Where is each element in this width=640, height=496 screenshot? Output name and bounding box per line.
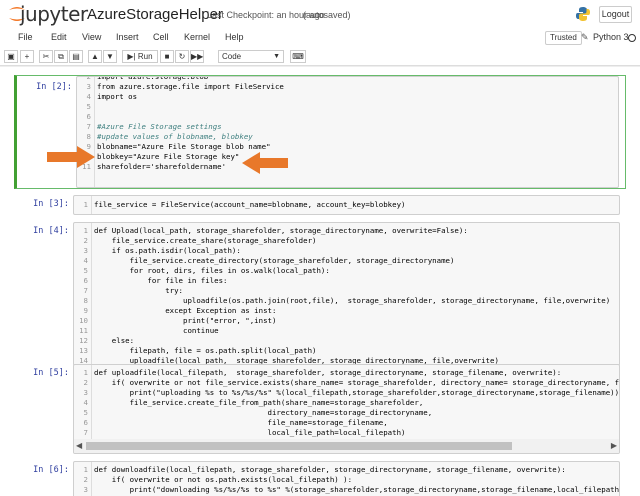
- kernel-status-icon: [628, 34, 636, 42]
- restart-icon[interactable]: ↻: [175, 50, 189, 63]
- menu-insert[interactable]: Insert: [116, 32, 139, 42]
- gutter-divider: [91, 223, 92, 365]
- menu-view[interactable]: View: [82, 32, 101, 42]
- trusted-indicator[interactable]: Trusted: [545, 31, 582, 45]
- code-input[interactable]: 1 def Upload(local_path, storage_sharefol…: [73, 222, 620, 366]
- horizontal-scrollbar[interactable]: ◀ ▶: [74, 439, 619, 453]
- copy-icon[interactable]: ⧉: [54, 50, 68, 63]
- menu-kernel[interactable]: Kernel: [184, 32, 210, 42]
- save-icon[interactable]: ▣: [4, 50, 18, 63]
- code-input[interactable]: 2 import azure.storage.blob 3 from azure.s…: [76, 76, 619, 188]
- move-up-icon[interactable]: ▲: [88, 50, 102, 63]
- toolbar: ▣ + ✂ ⧉ ▤ ▲ ▼ ▶| Run ■ ↻ ▶▶ Code ▼ ⌨: [0, 48, 640, 66]
- code-cell[interactable]: In [4]: 1 def Upload(local_path, storage_…: [14, 222, 626, 368]
- annotation-arrow-right-icon: [47, 146, 95, 168]
- scrollbar-thumb[interactable]: [86, 442, 512, 450]
- menu-help[interactable]: Help: [225, 32, 244, 42]
- cell-prompt: In [2]:: [36, 82, 72, 92]
- notebook-header: jupyter AzureStorageHelper Last Checkpoi…: [0, 0, 640, 28]
- cell-prompt: In [6]:: [33, 465, 69, 475]
- chevron-down-icon: ▼: [273, 53, 280, 60]
- move-down-icon[interactable]: ▼: [103, 50, 117, 63]
- scroll-right-icon[interactable]: ▶: [611, 441, 617, 450]
- stop-icon[interactable]: ■: [160, 50, 174, 63]
- keyboard-icon[interactable]: ⌨: [290, 50, 306, 63]
- code-cell[interactable]: In [5]: 1 def uploadfile(local_filepath, …: [14, 364, 626, 456]
- code-input[interactable]: 1 file_service = FileService(account_name…: [73, 195, 620, 215]
- notebook-page: In [2]: 2 import azure.storage.blob 3 from…: [0, 67, 640, 496]
- autosave-status: (autosaved): [303, 10, 351, 20]
- cell-prompt: In [3]:: [33, 199, 69, 209]
- jupyter-wordmark: jupyter: [20, 2, 88, 26]
- paste-icon[interactable]: ▤: [69, 50, 83, 63]
- code-cell[interactable]: In [6]: 1 def downloadfile(local_filepath…: [14, 461, 626, 496]
- cell-prompt: In [5]:: [33, 368, 69, 378]
- restart-run-all-icon[interactable]: ▶▶: [190, 50, 204, 63]
- notebook-container[interactable]: In [2]: 2 import azure.storage.blob 3 from…: [0, 67, 640, 496]
- logout-button[interactable]: Logout: [599, 6, 632, 23]
- menu-file[interactable]: File: [18, 32, 33, 42]
- code-cell[interactable]: In [3]: 1 file_service = FileService(acco…: [14, 195, 626, 217]
- menubar: File Edit View Insert Cell Kernel Help T…: [0, 28, 640, 48]
- gutter-divider: [91, 462, 92, 496]
- cut-icon[interactable]: ✂: [39, 50, 53, 63]
- annotation-arrow-left-icon: [242, 152, 288, 174]
- kernel-name: Python 3: [593, 32, 629, 42]
- gutter-divider: [91, 196, 92, 214]
- run-label: Run: [137, 52, 153, 61]
- cell-prompt: In [4]:: [33, 226, 69, 236]
- code-input[interactable]: 1 def uploadfile(local_filepath, storage_…: [73, 364, 620, 454]
- run-button[interactable]: ▶| Run: [122, 50, 158, 63]
- notebook-title[interactable]: AzureStorageHelper: [87, 6, 223, 23]
- gutter-divider: [94, 77, 95, 187]
- pencil-icon[interactable]: ✎: [581, 32, 589, 43]
- cell-type-select[interactable]: Code ▼: [218, 50, 284, 63]
- cell-type-value: Code: [222, 52, 242, 61]
- code-cell[interactable]: In [2]: 2 import azure.storage.blob 3 from…: [14, 75, 626, 189]
- menu-cell[interactable]: Cell: [153, 32, 169, 42]
- code-input[interactable]: 1 def downloadfile(local_filepath, storag…: [73, 461, 620, 496]
- insert-cell-icon[interactable]: +: [20, 50, 34, 63]
- scroll-left-icon[interactable]: ◀: [76, 441, 82, 450]
- menu-edit[interactable]: Edit: [51, 32, 67, 42]
- python-logo-icon: [576, 7, 590, 21]
